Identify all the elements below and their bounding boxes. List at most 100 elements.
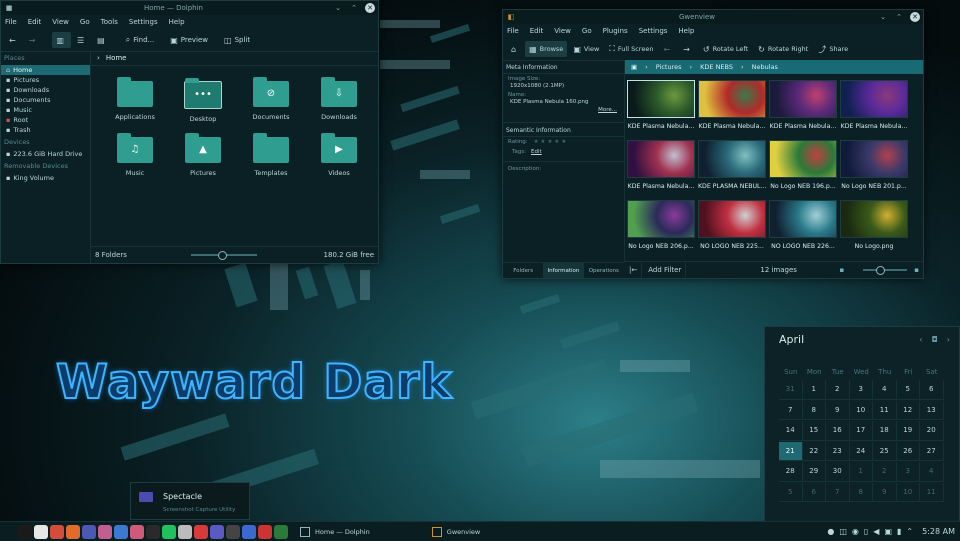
firefox-icon[interactable] [66, 524, 80, 539]
maximize-icon[interactable]: ⌃ [894, 12, 904, 22]
device-hard-drive[interactable]: ▪ 223.6 GiB Hard Drive [1, 149, 90, 159]
calendar-day[interactable]: 28 [779, 462, 803, 482]
breadcrumb[interactable]: › Home [91, 51, 378, 66]
folder-item[interactable]: Templates [241, 133, 301, 177]
breadcrumb-pictures[interactable]: Pictures [656, 63, 682, 71]
thumbnail-item[interactable]: No Logo NEB 201.p... [840, 140, 908, 190]
calendar-day[interactable]: 27 [920, 441, 944, 461]
spectacle-icon[interactable] [210, 524, 224, 539]
menu-settings[interactable]: Settings [639, 27, 668, 35]
minimize-icon[interactable]: ⌄ [333, 3, 343, 13]
folder-item[interactable]: ••• Desktop [173, 78, 233, 123]
zoom-slider[interactable] [191, 251, 257, 260]
close-icon[interactable]: ✕ [910, 12, 920, 22]
find-button[interactable]: ⌕ Find... [122, 32, 159, 48]
clock[interactable]: 5:28 AM [922, 527, 955, 536]
thumbnail-item[interactable]: No Logo NEB 206.p... [627, 200, 695, 250]
menu-file[interactable]: File [5, 18, 17, 26]
compact-view-button[interactable]: ☰ [73, 32, 91, 48]
previous-button[interactable]: ← [659, 41, 677, 57]
calendar-day[interactable]: 2 [873, 462, 897, 482]
folder-item[interactable]: Applications [105, 77, 165, 121]
place-downloads[interactable]: ▪ Downloads [1, 85, 90, 95]
dark-mode-icon[interactable] [146, 524, 160, 539]
tags-edit-link[interactable]: Edit [531, 149, 542, 155]
calendar-day[interactable]: 5 [779, 482, 803, 502]
tab-information[interactable]: Information [543, 262, 584, 278]
thumbnail-item[interactable]: NO LOGO NEB 225... [698, 200, 766, 250]
calendar-day[interactable]: 16 [826, 421, 850, 441]
thumbnail-item[interactable]: KDE Plasma Nebula... [840, 80, 908, 130]
rating-stars-icon[interactable]: ★★★★★ [534, 139, 569, 145]
forward-button[interactable]: → [25, 32, 43, 48]
tools-icon[interactable] [258, 524, 272, 539]
menu-edit[interactable]: Edit [28, 18, 42, 26]
camera-icon[interactable] [194, 524, 208, 539]
tab-folders[interactable]: Folders [503, 262, 544, 278]
menu-go[interactable]: Go [80, 18, 90, 26]
menu-tools[interactable]: Tools [101, 18, 118, 26]
menu-file[interactable]: File [507, 27, 519, 35]
place-music[interactable]: ▪ Music [1, 105, 90, 115]
volume-icon[interactable]: ◀ [873, 527, 879, 536]
calendar-day[interactable]: 10 [896, 482, 920, 502]
split-button[interactable]: ◫ Split [220, 32, 254, 48]
menu-edit[interactable]: Edit [530, 27, 544, 35]
calendar-day[interactable]: 8 [849, 482, 873, 502]
minimize-icon[interactable]: ⌄ [878, 12, 888, 22]
thumbnail-item[interactable]: KDE Plasma Nebula... [769, 80, 837, 130]
maximize-icon[interactable]: ⌃ [349, 3, 359, 13]
thumbnail-size-slider[interactable] [863, 266, 907, 275]
previous-month-icon[interactable]: ‹ [919, 335, 922, 344]
calendar-day[interactable]: 1 [802, 380, 826, 400]
screen-icon[interactable] [242, 524, 256, 539]
gwenview-window[interactable]: ◧ Gwenview ⌄ ⌃ ✕ File Edit View Go Plugi… [502, 9, 924, 279]
calendar-day[interactable]: 31 [779, 380, 803, 400]
place-root[interactable]: ▪ Root [1, 115, 90, 125]
icons-view-button[interactable]: ▥ [52, 32, 71, 48]
share-button[interactable]: ⤴ Share [814, 41, 852, 57]
preview-button[interactable]: ▣ Preview [166, 32, 212, 48]
calendar-day[interactable]: 6 [802, 482, 826, 502]
calendar-day[interactable]: 30 [826, 462, 850, 482]
calendar-day[interactable]: 8 [802, 400, 826, 420]
fullscreen-button[interactable]: ⛶ Full Screen [605, 41, 657, 57]
plant-icon[interactable] [274, 524, 288, 539]
thumbnail-item[interactable]: NO LOGO NEB 226... [769, 200, 837, 250]
calendar-day-today[interactable]: 21 [779, 441, 803, 461]
expand-tray-icon[interactable]: ⌃ [906, 527, 913, 536]
task-tooltip[interactable]: Spectacle Screenshot Capture Utility [130, 482, 250, 520]
thumbnail-size-knob[interactable] [876, 266, 886, 275]
task-gwenview[interactable]: Gwenview [426, 523, 486, 540]
calculator-icon[interactable] [178, 524, 192, 539]
thumbnail-item[interactable]: No Logo NEB 196.p... [769, 140, 837, 190]
rotate-right-button[interactable]: ↻ Rotate Right [754, 41, 812, 57]
notifications-icon[interactable]: ◫ [839, 527, 847, 536]
add-filter-button[interactable]: Add Filter [644, 262, 687, 278]
more-link[interactable]: More... [503, 106, 624, 114]
thumbnail-item[interactable]: KDE PLASMA NEBUL... [698, 140, 766, 190]
today-icon[interactable]: ◘ [931, 335, 937, 344]
breadcrumb-home[interactable]: Home [106, 54, 127, 62]
breadcrumb-nebulas[interactable]: Nebulas [752, 63, 778, 71]
battery-icon[interactable]: ▮ [897, 527, 901, 536]
folder-item[interactable]: ♫ Music [105, 133, 165, 177]
calendar-day[interactable]: 4 [920, 462, 944, 482]
network-icon[interactable]: ◉ [852, 527, 859, 536]
terminal-icon[interactable] [18, 524, 32, 539]
place-documents[interactable]: ▪ Documents [1, 95, 90, 105]
menu-view[interactable]: View [554, 27, 571, 35]
calendar-day[interactable]: 13 [920, 400, 944, 420]
calendar-day[interactable]: 24 [849, 441, 873, 461]
task-dolphin[interactable]: Home — Dolphin [294, 523, 376, 540]
folder-item[interactable]: ▶ Videos [309, 133, 369, 177]
thumbnail-item[interactable]: KDE Plasma Nebula... [698, 80, 766, 130]
headphones-icon[interactable] [226, 524, 240, 539]
place-pictures[interactable]: ▪ Pictures [1, 75, 90, 85]
info-icon[interactable]: ● [827, 527, 834, 536]
browse-button[interactable]: ▦ Browse [525, 41, 568, 57]
menu-settings[interactable]: Settings [129, 18, 158, 26]
window-menu-icon[interactable]: ■ [4, 3, 14, 13]
calendar-day[interactable]: 17 [849, 421, 873, 441]
menu-help[interactable]: Help [169, 18, 185, 26]
